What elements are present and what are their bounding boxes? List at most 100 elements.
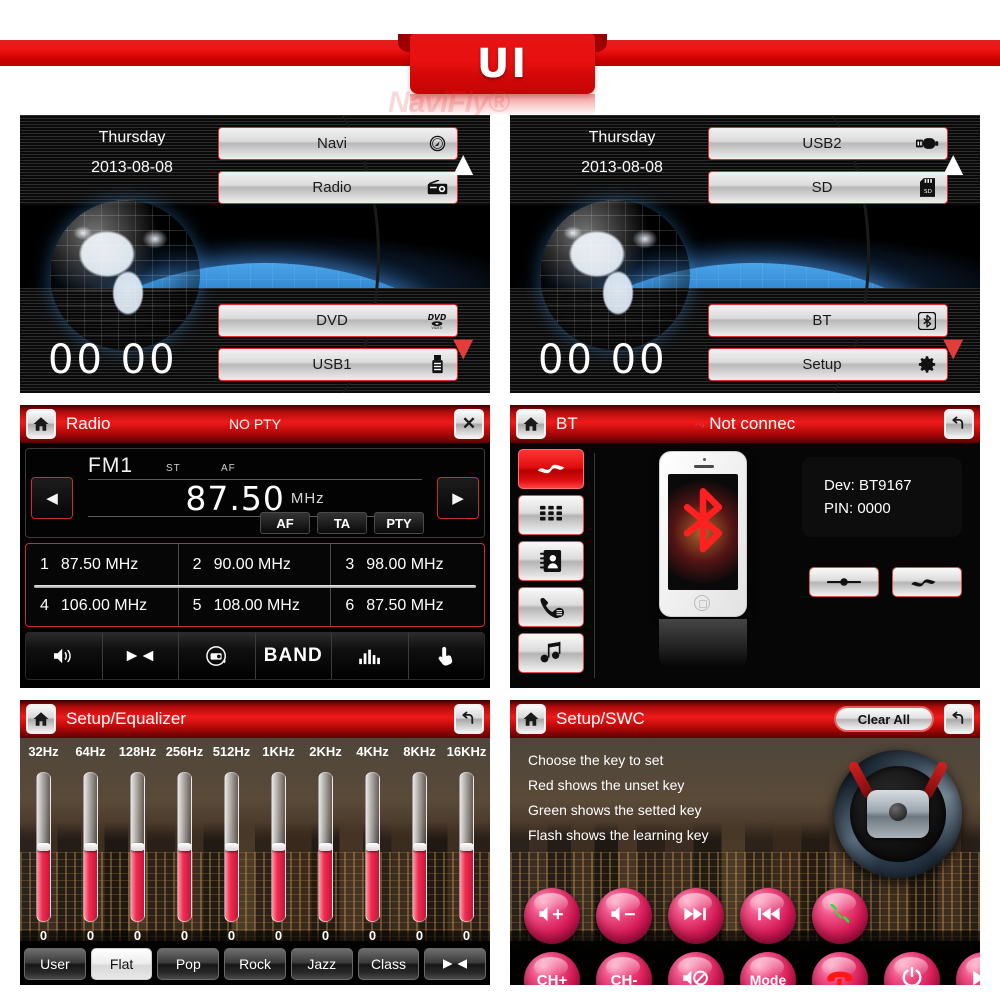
eq-slider-9[interactable] bbox=[443, 772, 490, 922]
eq-slider-6[interactable] bbox=[302, 772, 349, 922]
mute-key[interactable] bbox=[668, 952, 724, 985]
home-button-usb1[interactable]: USB1 bbox=[218, 348, 458, 381]
power-key[interactable] bbox=[884, 952, 940, 985]
radio-preset-4[interactable]: 4 106.00 MHz bbox=[26, 585, 179, 626]
eq-slider-4[interactable] bbox=[208, 772, 255, 922]
eq-preset-rock[interactable]: Rock bbox=[224, 948, 286, 980]
home-page-down-arrow[interactable]: ▼ bbox=[936, 331, 970, 365]
home-icon[interactable] bbox=[516, 409, 546, 439]
radio-preset-3[interactable]: 3 98.00 MHz bbox=[331, 544, 484, 585]
eq-slider-1[interactable] bbox=[67, 772, 114, 922]
eq-slider-knob[interactable] bbox=[131, 843, 144, 851]
eq-slider-knob[interactable] bbox=[272, 843, 285, 851]
answer-call-key[interactable] bbox=[812, 888, 868, 944]
home-button-bt[interactable]: BT bbox=[708, 304, 948, 337]
eq-preset-pop[interactable]: Pop bbox=[157, 948, 220, 980]
eq-slider-7[interactable] bbox=[349, 772, 396, 922]
home-icon[interactable] bbox=[26, 409, 56, 439]
bt-connect-button[interactable] bbox=[892, 567, 962, 597]
eq-slider-knob[interactable] bbox=[178, 843, 191, 851]
eq-preset-jazz[interactable]: Jazz bbox=[290, 948, 353, 980]
home-icon[interactable] bbox=[26, 704, 56, 734]
eq-slider-knob[interactable] bbox=[84, 843, 97, 851]
play-pause-key[interactable] bbox=[956, 952, 980, 985]
bt-pair-button[interactable] bbox=[809, 567, 879, 597]
autoscan-icon[interactable] bbox=[179, 633, 256, 679]
preset-scrollbar[interactable] bbox=[34, 585, 476, 588]
radio-af-button[interactable]: AF bbox=[260, 512, 310, 534]
radio-pty-button[interactable]: PTY bbox=[374, 512, 424, 534]
radio-preset-1[interactable]: 1 87.50 MHz bbox=[26, 544, 179, 585]
eq-slider-2[interactable] bbox=[114, 772, 161, 922]
balance-icon[interactable] bbox=[424, 948, 487, 980]
back-icon[interactable] bbox=[944, 704, 974, 734]
swc-key-row-2: CH+ CH- Mode bbox=[524, 952, 980, 985]
eq-slider-track[interactable] bbox=[271, 772, 286, 922]
eq-slider-track[interactable] bbox=[412, 772, 427, 922]
eq-slider-knob[interactable] bbox=[460, 843, 473, 851]
radio-preset-2[interactable]: 2 90.00 MHz bbox=[179, 544, 332, 585]
eq-slider-track[interactable] bbox=[459, 772, 474, 922]
eq-slider-knob[interactable] bbox=[366, 843, 379, 851]
bt-dialpad-icon[interactable] bbox=[518, 495, 584, 535]
equalizer-sliders bbox=[20, 772, 490, 922]
eq-slider-0[interactable] bbox=[20, 772, 67, 922]
radio-preset-6[interactable]: 6 87.50 MHz bbox=[331, 585, 484, 626]
home-button-setup[interactable]: Setup bbox=[708, 348, 948, 381]
band-button[interactable]: BAND bbox=[255, 633, 332, 679]
eq-slider-track[interactable] bbox=[318, 772, 333, 922]
home-button-usb2[interactable]: USB2 bbox=[708, 127, 948, 160]
equalizer-icon[interactable] bbox=[332, 633, 409, 679]
mode-key[interactable]: Mode bbox=[740, 952, 796, 985]
home-icon[interactable] bbox=[516, 704, 546, 734]
home-page-down-arrow[interactable]: ▼ bbox=[446, 331, 480, 365]
eq-slider-5[interactable] bbox=[255, 772, 302, 922]
home-page-up-arrow[interactable]: ▲ bbox=[446, 147, 480, 181]
eq-slider-track[interactable] bbox=[36, 772, 51, 922]
eq-slider-knob[interactable] bbox=[319, 843, 332, 851]
eq-slider-knob[interactable] bbox=[37, 843, 50, 851]
eq-preset-user[interactable]: User bbox=[24, 948, 86, 980]
home-button-radio[interactable]: Radio bbox=[218, 171, 458, 204]
eq-slider-knob[interactable] bbox=[225, 843, 238, 851]
swc-instruction-1: Choose the key to set bbox=[528, 752, 664, 768]
channel-down-key[interactable]: CH- bbox=[596, 952, 652, 985]
eq-slider-track[interactable] bbox=[224, 772, 239, 922]
radio-ta-button[interactable]: TA bbox=[317, 512, 367, 534]
home-button-sd[interactable]: SD SD bbox=[708, 171, 948, 204]
eq-slider-8[interactable] bbox=[396, 772, 443, 922]
eq-preset-class[interactable]: Class bbox=[357, 948, 420, 980]
close-icon[interactable]: ✕ bbox=[454, 409, 484, 439]
home-page-up-arrow[interactable]: ▲ bbox=[936, 147, 970, 181]
eq-slider-track[interactable] bbox=[177, 772, 192, 922]
bt-callog-icon[interactable] bbox=[518, 587, 584, 627]
prev-track-key[interactable] bbox=[740, 888, 796, 944]
eq-slider-track[interactable] bbox=[83, 772, 98, 922]
bt-phonebook-icon[interactable] bbox=[518, 541, 584, 581]
back-icon[interactable] bbox=[454, 704, 484, 734]
home-button-navi[interactable]: Navi bbox=[218, 127, 458, 160]
eq-preset-flat[interactable]: Flat bbox=[90, 948, 153, 980]
radio-tune-up-button[interactable]: ▶ bbox=[437, 477, 479, 519]
volume-up-key[interactable] bbox=[524, 888, 580, 944]
radio-preset-5[interactable]: 5 108.00 MHz bbox=[179, 585, 332, 626]
balance-icon[interactable] bbox=[102, 633, 179, 679]
clear-all-button[interactable]: Clear All bbox=[833, 706, 934, 732]
eq-slider-track[interactable] bbox=[365, 772, 380, 922]
volume-down-key[interactable] bbox=[596, 888, 652, 944]
radio-tune-down-button[interactable]: ◀ bbox=[31, 477, 73, 519]
touch-icon[interactable] bbox=[408, 633, 484, 679]
hangup-call-key[interactable] bbox=[812, 952, 868, 985]
back-icon[interactable] bbox=[944, 409, 974, 439]
next-track-key[interactable] bbox=[668, 888, 724, 944]
eq-slider-3[interactable] bbox=[161, 772, 208, 922]
channel-up-key[interactable]: CH+ bbox=[524, 952, 580, 985]
eq-slider-track[interactable] bbox=[130, 772, 145, 922]
bt-music-icon[interactable] bbox=[518, 633, 584, 673]
eq-slider-knob[interactable] bbox=[413, 843, 426, 851]
bt-connect-icon[interactable] bbox=[518, 449, 584, 489]
prev-track-icon bbox=[754, 906, 782, 926]
volume-icon[interactable] bbox=[26, 633, 103, 679]
home-button-dvd[interactable]: DVD DVD VIDEO bbox=[218, 304, 458, 337]
radio-stereo-flag: ST bbox=[166, 463, 181, 474]
